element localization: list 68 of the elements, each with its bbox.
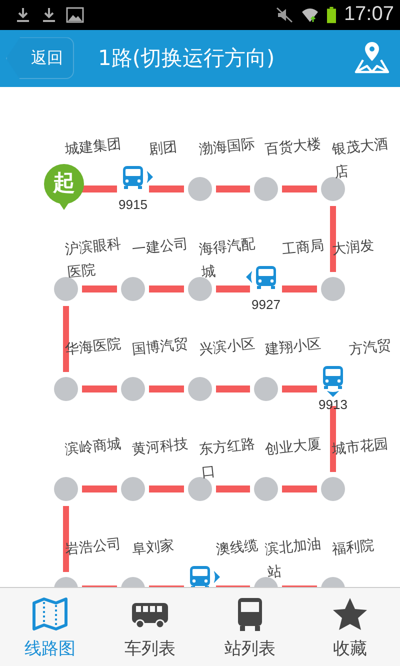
station-name[interactable]: 华海医院 xyxy=(64,332,126,362)
station-name[interactable]: 渤海国际 xyxy=(198,132,260,162)
route-segment xyxy=(282,486,317,492)
image-icon xyxy=(66,6,84,23)
route-segment xyxy=(216,386,250,392)
station-name[interactable]: 阜刘家 xyxy=(131,532,194,562)
station-name[interactable]: 海得汽配城 xyxy=(198,232,262,285)
station-name[interactable]: 建翔小区 xyxy=(264,332,326,362)
route-segment xyxy=(216,286,250,292)
station-name[interactable]: 大润发 xyxy=(331,232,394,262)
route-segment xyxy=(216,486,250,492)
clock: 17:07 xyxy=(344,3,394,26)
route-segment xyxy=(149,386,184,392)
mute-icon xyxy=(274,6,293,23)
route-segment xyxy=(82,386,117,392)
route-segment xyxy=(82,286,117,292)
station-name[interactable]: 黄河科技 xyxy=(131,432,194,462)
station-dot[interactable] xyxy=(188,277,212,301)
station-name[interactable]: 银茂大酒店 xyxy=(331,132,396,185)
nav-tab[interactable]: 车列表 xyxy=(100,588,200,666)
station-dot[interactable] xyxy=(54,477,78,501)
station-name[interactable]: 滨北加油站 xyxy=(264,532,328,585)
station-name[interactable]: 创业大厦 xyxy=(264,432,326,462)
battery-icon xyxy=(326,6,336,24)
bus-number: 9927 xyxy=(250,297,282,312)
download-icon xyxy=(40,6,58,23)
route-segment xyxy=(282,186,317,192)
station-dot[interactable] xyxy=(321,277,345,301)
station-name[interactable]: 滨岭商城 xyxy=(64,432,126,462)
station-dot[interactable] xyxy=(121,477,145,501)
station-dot[interactable] xyxy=(121,277,145,301)
route-segment xyxy=(82,486,117,492)
route-segment xyxy=(149,186,184,192)
station-dot[interactable] xyxy=(188,377,212,401)
map-icon xyxy=(30,594,70,632)
station-name[interactable]: 百货大楼 xyxy=(264,132,326,162)
station-name[interactable]: 福利院 xyxy=(331,532,394,562)
route-segment xyxy=(216,186,250,192)
bus-number: 9913 xyxy=(318,397,348,412)
station-name[interactable]: 兴滨小区 xyxy=(198,332,260,362)
station-name[interactable]: 方汽贸 xyxy=(348,332,400,362)
route-segment xyxy=(82,186,117,192)
bus-number: 9915 xyxy=(118,197,148,212)
station-name[interactable]: 岩浩公司 xyxy=(64,532,126,562)
station-dot[interactable] xyxy=(188,177,212,201)
station-name[interactable]: 城市花园 xyxy=(331,432,394,462)
station-dot[interactable] xyxy=(54,377,78,401)
station-name[interactable]: 城建集团 xyxy=(64,132,126,162)
station-dot[interactable] xyxy=(188,477,212,501)
station-name[interactable]: 一建公司 xyxy=(131,232,194,262)
route-segment xyxy=(282,286,317,292)
station-name[interactable]: 东方红路口 xyxy=(198,432,262,485)
route-segment xyxy=(149,286,184,292)
route-segment xyxy=(282,386,317,392)
station-name[interactable]: 沪滨眼科医院 xyxy=(64,232,128,285)
station-dot[interactable] xyxy=(54,277,78,301)
station-dot[interactable] xyxy=(121,377,145,401)
station-dot[interactable] xyxy=(321,177,345,201)
station-dot[interactable] xyxy=(254,177,278,201)
station-dot[interactable] xyxy=(321,477,345,501)
station-name[interactable]: 国博汽贸 xyxy=(131,332,194,362)
route-segment xyxy=(149,486,184,492)
nav-tab[interactable]: 站列表 xyxy=(200,588,300,666)
download-icon xyxy=(14,6,32,23)
wifi-icon xyxy=(300,6,319,23)
nav-tab[interactable]: 收藏 xyxy=(300,588,400,666)
station-dot[interactable] xyxy=(254,377,278,401)
station-dot[interactable] xyxy=(254,477,278,501)
